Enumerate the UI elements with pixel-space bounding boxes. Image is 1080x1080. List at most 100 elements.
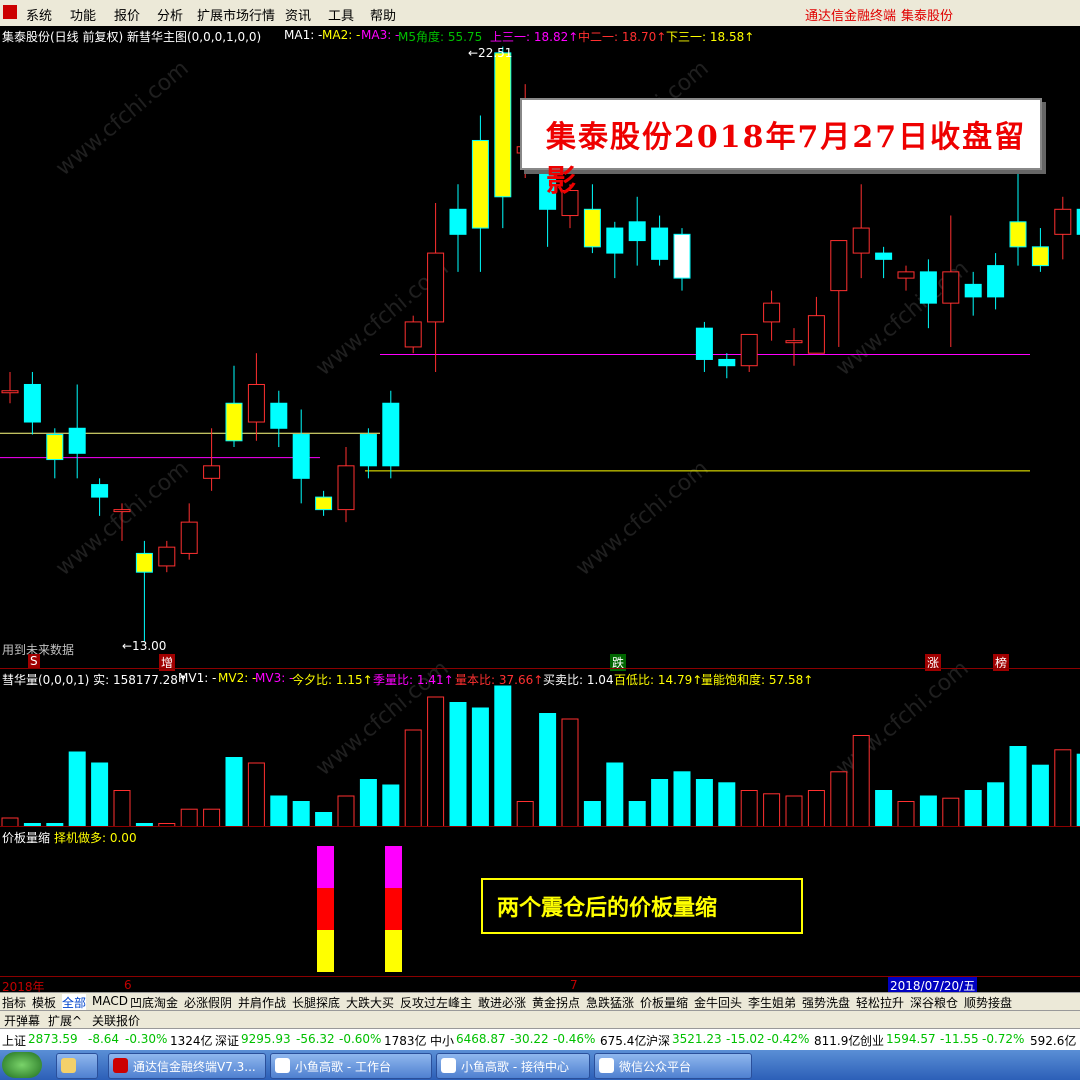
candle-body: [449, 208, 467, 235]
board-bar: [317, 888, 334, 930]
volume-bar: [919, 795, 937, 826]
volume-bar: [68, 751, 86, 826]
candle-body: [942, 271, 960, 304]
tab-formula[interactable]: MACD: [92, 994, 128, 1008]
menu-help[interactable]: 帮助: [370, 5, 396, 24]
volume-bar: [449, 702, 467, 826]
volume-bar: [1031, 764, 1049, 826]
tab-formula[interactable]: 深谷粮仓: [910, 994, 958, 1011]
tab-formula[interactable]: 并肩作战: [238, 994, 286, 1011]
candle-body: [651, 227, 669, 260]
menu-function[interactable]: 功能: [70, 5, 96, 24]
sh-percent: -0.30%: [125, 1032, 168, 1046]
candle-body: [180, 521, 198, 554]
tab-formula[interactable]: 必涨假阴: [184, 994, 232, 1011]
menu-system[interactable]: 系统: [26, 5, 52, 24]
tab-formula[interactable]: 李生姐弟: [748, 994, 796, 1011]
tab-formula[interactable]: 大跌大买: [346, 994, 394, 1011]
candle-body: [718, 358, 736, 367]
zx-change: -30.22: [510, 1032, 549, 1046]
volume-bar: [673, 771, 691, 826]
tab-formula[interactable]: 急跌猛涨: [586, 994, 634, 1011]
zx-value: 6468.87: [456, 1032, 506, 1046]
volume-bar: [875, 790, 893, 826]
candle-body: [225, 402, 243, 442]
folder-task-button[interactable]: [56, 1053, 98, 1079]
tab-formula[interactable]: 顺势接盘: [964, 994, 1012, 1011]
cy-value: 1594.57: [886, 1032, 936, 1046]
candle-body: [247, 383, 265, 423]
secondary-tab-bar: 开弹幕 扩展^ 关联报价: [0, 1010, 1080, 1029]
volume-bar: [1009, 746, 1027, 826]
tab-formula[interactable]: 强势洗盘: [802, 994, 850, 1011]
menu-analysis[interactable]: 分析: [157, 5, 183, 24]
sz-percent: -0.60%: [339, 1032, 382, 1046]
tab-formula[interactable]: 轻松拉升: [856, 994, 904, 1011]
sz-value: 9295.93: [241, 1032, 291, 1046]
tab-formula[interactable]: 长腿探底: [292, 994, 340, 1011]
menu-quote[interactable]: 报价: [114, 5, 140, 24]
sz-change: -56.32: [296, 1032, 335, 1046]
note-box: 两个震仓后的价板量缩: [481, 878, 803, 934]
chart-area[interactable]: www.cfchi.com www.cfchi.com www.cfchi.co…: [0, 26, 1080, 994]
tab-formula[interactable]: 全部: [62, 994, 87, 1011]
tab-barrage[interactable]: 开弹幕: [4, 1012, 40, 1029]
candle-body: [91, 484, 109, 498]
volume-bar: [427, 696, 445, 826]
candle-body: [337, 465, 355, 511]
volume-bar: [539, 713, 557, 826]
task-tdx[interactable]: 通达信金融终端V7.3...: [108, 1053, 266, 1079]
tab-formula[interactable]: 金牛回头: [694, 994, 742, 1011]
sz-amount: 1783亿: [384, 1034, 427, 1048]
tab-formula[interactable]: 模板: [32, 994, 56, 1011]
cy-amount: 592.6亿: [1030, 1034, 1077, 1048]
volume-bar: [337, 795, 355, 826]
candle-body: [23, 383, 41, 423]
volume-bar: [225, 757, 243, 826]
task-label: 微信公众平台: [619, 1060, 692, 1074]
zx-amount: 675.4亿: [600, 1034, 647, 1048]
volume-bar: [471, 707, 489, 826]
sz-label: 深证: [215, 1034, 240, 1048]
candle-body: [359, 434, 377, 467]
volume-bar: [583, 801, 601, 826]
task-workbench[interactable]: 小鱼高歌 - 工作台: [270, 1053, 432, 1079]
candle-body: [785, 340, 803, 344]
task-reception[interactable]: 小鱼高歌 - 接待中心: [436, 1053, 590, 1079]
task-wechat[interactable]: 微信公众平台: [594, 1053, 752, 1079]
candle-body: [852, 227, 870, 254]
volume-bar: [382, 784, 400, 826]
volume-bar: [1054, 749, 1072, 826]
tab-formula[interactable]: 指标: [2, 994, 26, 1011]
index-status-bar: 上证 2873.59 -8.64 -0.30% 1324亿 深证 9295.93…: [0, 1028, 1080, 1051]
candle-body: [987, 265, 1005, 298]
tab-formula[interactable]: 凹底淘金: [130, 994, 178, 1011]
volume-bar: [785, 795, 803, 826]
tab-extend[interactable]: 扩展^: [48, 1012, 82, 1029]
candle-body: [1054, 208, 1072, 235]
board-bar: [385, 846, 402, 888]
tab-related-quote[interactable]: 关联报价: [92, 1012, 140, 1029]
hs-value: 3521.23: [672, 1032, 722, 1046]
volume-bar: [180, 808, 198, 826]
tdx-icon: [113, 1058, 128, 1073]
candle-body: [315, 496, 333, 511]
tab-formula[interactable]: 价板量缩: [640, 994, 688, 1011]
os-taskbar: 通达信金融终端V7.3... 小鱼高歌 - 工作台 小鱼高歌 - 接待中心 微信…: [0, 1050, 1080, 1080]
board-bar: [317, 846, 334, 888]
volume-bar: [494, 685, 512, 826]
volume-bar: [942, 797, 960, 826]
volume-bar: [964, 790, 982, 826]
tab-formula[interactable]: 反攻过左峰主: [400, 994, 472, 1011]
menu-info[interactable]: 资讯: [285, 5, 311, 24]
volume-bar: [852, 735, 870, 826]
hs-label: 沪深: [646, 1034, 671, 1048]
tab-formula[interactable]: 黄金拐点: [532, 994, 580, 1011]
chat-icon: [441, 1058, 456, 1073]
candle-body: [382, 402, 400, 467]
tab-formula[interactable]: 敢进必涨: [478, 994, 526, 1011]
task-label: 小鱼高歌 - 接待中心: [461, 1060, 569, 1074]
menu-ext-market[interactable]: 扩展市场行情: [197, 5, 275, 24]
menu-tools[interactable]: 工具: [328, 5, 354, 24]
start-button-icon[interactable]: [2, 1052, 42, 1078]
